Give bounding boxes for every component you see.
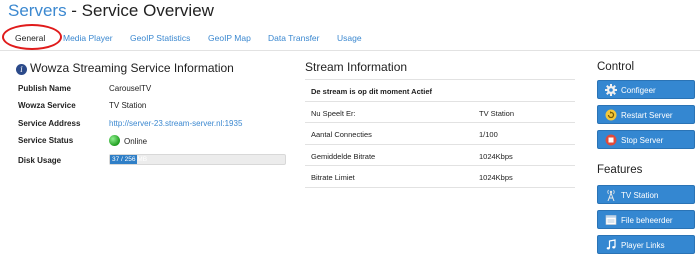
now-playing-value: TV Station: [479, 108, 515, 118]
tab-data-transfer[interactable]: Data Transfer: [268, 33, 320, 43]
service-status-text: Online: [124, 137, 148, 146]
stream-info-title: Stream Information: [305, 60, 408, 74]
stream-info-table: De stream is op dit moment Actief Nu Spe…: [305, 79, 575, 188]
tab-geoip-map[interactable]: GeoIP Map: [208, 33, 251, 43]
file-manager-button-label: File beheerder: [621, 216, 673, 225]
service-info-heading: i Wowza Streaming Service Information: [16, 61, 234, 75]
table-row: De stream is op dit moment Actief: [305, 80, 575, 102]
disk-usage-text: 37 / 256 MB: [112, 156, 148, 163]
control-heading: Control: [597, 61, 635, 73]
disk-usage-bar: 37 / 256 MB: [109, 154, 286, 165]
restart-server-button-label: Restart Server: [621, 111, 673, 120]
page-title: Servers - Service Overview: [8, 1, 214, 21]
publish-name-label: Publish Name: [18, 84, 71, 93]
wowza-service-value: TV Station: [109, 101, 147, 110]
stop-server-button[interactable]: Stop Server: [597, 130, 695, 149]
page-title-text: - Service Overview: [66, 1, 214, 20]
tv-station-button-label: TV Station: [621, 191, 659, 200]
disk-usage-label: Disk Usage: [18, 156, 62, 165]
tab-bar: General Media Player GeoIP Statistics Ge…: [0, 23, 700, 51]
breadcrumb-servers-link[interactable]: Servers: [8, 1, 67, 20]
configure-button-label: Configeer: [621, 86, 656, 95]
file-manager-button[interactable]: File beheerder: [597, 210, 695, 229]
player-links-button[interactable]: Player Links: [597, 235, 695, 254]
tab-geoip-statistics[interactable]: GeoIP Statistics: [130, 33, 190, 43]
tab-usage[interactable]: Usage: [337, 33, 362, 43]
gear-icon: [605, 84, 617, 96]
service-status-label: Service Status: [18, 136, 74, 145]
now-playing-label: Nu Speelt Er:: [311, 108, 356, 118]
tab-general[interactable]: General: [15, 33, 45, 43]
features-heading: Features: [597, 164, 643, 176]
service-info-title: Wowza Streaming Service Information: [30, 61, 234, 75]
average-bitrate-label: Gemiddelde Bitrate: [311, 151, 376, 161]
stream-status-line: De stream is op dit moment Actief: [311, 87, 432, 96]
stop-server-button-label: Stop Server: [621, 136, 664, 145]
connections-label: Aantal Connecties: [311, 130, 372, 139]
tab-media-player[interactable]: Media Player: [63, 33, 113, 43]
publish-name-value: CarouselTV: [109, 84, 152, 93]
wowza-service-label: Wowza Service: [18, 101, 76, 110]
table-row: Gemiddelde Bitrate 1024Kbps: [305, 145, 575, 166]
service-address-link[interactable]: http://server-23.stream-server.nl:1935: [109, 119, 242, 128]
service-address-label: Service Address: [18, 119, 81, 128]
tv-station-button[interactable]: TV Station: [597, 185, 695, 204]
file-manager-icon: [605, 215, 617, 225]
restart-icon: [605, 109, 617, 121]
stop-icon: [605, 134, 617, 146]
bitrate-limit-value: 1024Kbps: [479, 173, 513, 182]
music-note-icon: [606, 239, 616, 250]
average-bitrate-value: 1024Kbps: [479, 151, 513, 161]
info-icon: i: [16, 64, 27, 75]
table-row: Aantal Connecties 1/100: [305, 123, 575, 145]
broadcast-icon: [607, 189, 615, 201]
table-row: Bitrate Limiet 1024Kbps: [305, 166, 575, 188]
player-links-button-label: Player Links: [621, 241, 665, 250]
connections-value: 1/100: [479, 130, 498, 139]
status-online-icon: [109, 135, 120, 146]
service-status-value: Online: [109, 135, 147, 146]
restart-server-button[interactable]: Restart Server: [597, 105, 695, 124]
configure-button[interactable]: Configeer: [597, 80, 695, 99]
table-row: Nu Speelt Er: TV Station: [305, 102, 575, 123]
bitrate-limit-label: Bitrate Limiet: [311, 173, 355, 182]
